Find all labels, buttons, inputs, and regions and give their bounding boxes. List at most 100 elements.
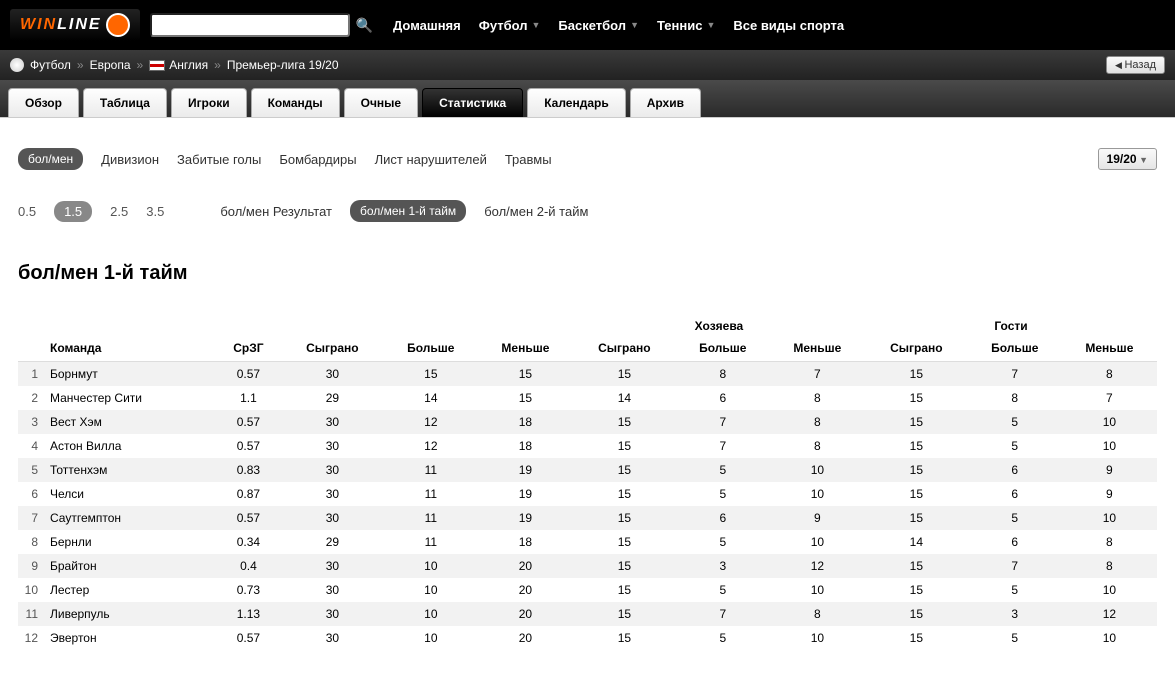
cell: 15	[865, 386, 968, 410]
breadcrumb-item[interactable]: Премьер-лига 19/20	[227, 58, 339, 72]
subnav-active[interactable]: бол/мен	[18, 148, 83, 170]
nav-item[interactable]: Баскетбол▼	[558, 18, 639, 33]
cell: 18	[478, 530, 573, 554]
filter-value[interactable]: 3.5	[146, 204, 164, 219]
filter-value[interactable]: 1.5	[54, 201, 92, 222]
cell: 0.57	[216, 362, 281, 387]
cell: 8	[1062, 530, 1157, 554]
nav-item[interactable]: Домашняя	[393, 18, 461, 33]
cell: 6	[676, 386, 770, 410]
column-header: Больше	[384, 335, 478, 362]
cell: 5	[676, 626, 770, 650]
tabs-bar: ОбзорТаблицаИгрокиКомандыОчныеСтатистика…	[0, 80, 1175, 117]
cell: 10	[770, 578, 865, 602]
cell: 6	[676, 506, 770, 530]
cell: 11	[18, 602, 46, 626]
tab-календарь[interactable]: Календарь	[527, 88, 626, 117]
cell: 7	[676, 602, 770, 626]
cell: 15	[573, 458, 676, 482]
column-header: Больше	[676, 335, 770, 362]
table-row[interactable]: 3Вест Хэм0.57301218157815510	[18, 410, 1157, 434]
nav-item[interactable]: Теннис▼	[657, 18, 715, 33]
filter-mode[interactable]: бол/мен 2-й тайм	[484, 204, 588, 219]
cell: 11	[384, 506, 478, 530]
tab-статистика[interactable]: Статистика	[422, 88, 523, 117]
subnav-link[interactable]: Травмы	[505, 152, 552, 167]
cell: 18	[478, 410, 573, 434]
table-row[interactable]: 12Эвертон0.573010201551015510	[18, 626, 1157, 650]
tab-обзор[interactable]: Обзор	[8, 88, 79, 117]
search-input[interactable]	[150, 13, 350, 37]
cell: Астон Вилла	[46, 434, 216, 458]
subnav-link[interactable]: Забитые голы	[177, 152, 261, 167]
cell: 8	[1062, 362, 1157, 387]
table-row[interactable]: 11Ливерпуль1.13301020157815312	[18, 602, 1157, 626]
tab-архив[interactable]: Архив	[630, 88, 701, 117]
cell: 0.73	[216, 578, 281, 602]
table-row[interactable]: 9Брайтон0.4301020153121578	[18, 554, 1157, 578]
cell: Брайтон	[46, 554, 216, 578]
cell: 11	[384, 530, 478, 554]
table-row[interactable]: 10Лестер0.733010201551015510	[18, 578, 1157, 602]
breadcrumb-item[interactable]: Европа	[90, 58, 131, 72]
cell: 15	[573, 530, 676, 554]
cell: 15	[865, 554, 968, 578]
filter-mode[interactable]: бол/мен 1-й тайм	[350, 200, 466, 222]
tab-таблица[interactable]: Таблица	[83, 88, 167, 117]
football-icon	[10, 58, 24, 72]
cell: 7	[676, 434, 770, 458]
breadcrumb-item[interactable]: Футбол	[30, 58, 71, 72]
subnav-link[interactable]: Лист нарушителей	[375, 152, 487, 167]
tab-игроки[interactable]: Игроки	[171, 88, 247, 117]
cell: 0.83	[216, 458, 281, 482]
cell: 10	[1062, 578, 1157, 602]
table-row[interactable]: 7Саутгемптон0.57301119156915510	[18, 506, 1157, 530]
cell: 5	[968, 434, 1062, 458]
column-header: Меньше	[478, 335, 573, 362]
cell: 1.1	[216, 386, 281, 410]
nav-item[interactable]: Футбол▼	[479, 18, 541, 33]
cell: 12	[18, 626, 46, 650]
cell: 9	[18, 554, 46, 578]
cell: 19	[478, 506, 573, 530]
season-selector[interactable]: 19/20	[1098, 148, 1157, 170]
filter-value[interactable]: 2.5	[110, 204, 128, 219]
cell: 30	[281, 482, 384, 506]
subnav-link[interactable]: Бомбардиры	[279, 152, 356, 167]
cell: 15	[865, 482, 968, 506]
cell: 0.4	[216, 554, 281, 578]
cell: 10	[770, 458, 865, 482]
cell: 10	[384, 578, 478, 602]
cell: 14	[865, 530, 968, 554]
nav-item[interactable]: Все виды спорта	[733, 18, 844, 33]
back-button[interactable]: Назад	[1106, 56, 1165, 74]
page-title: бол/мен 1-й тайм	[18, 262, 1157, 285]
breadcrumb-item[interactable]: Англия	[169, 58, 208, 72]
cell: 9	[1062, 482, 1157, 506]
table-row[interactable]: 2Манчестер Сити1.129141514681587	[18, 386, 1157, 410]
tab-очные[interactable]: Очные	[344, 88, 418, 117]
cell: 19	[478, 458, 573, 482]
subnav-link[interactable]: Дивизион	[101, 152, 159, 167]
cell: 7	[968, 554, 1062, 578]
cell: 15	[865, 410, 968, 434]
breadcrumb-separator-icon: »	[77, 58, 84, 72]
cell: 6	[18, 482, 46, 506]
table-row[interactable]: 4Астон Вилла0.57301218157815510	[18, 434, 1157, 458]
cell: 15	[865, 506, 968, 530]
search-icon[interactable]: 🔍	[356, 17, 373, 34]
cell: 10	[1062, 506, 1157, 530]
cell: 15	[573, 410, 676, 434]
logo[interactable]: WINLINE	[10, 9, 140, 41]
cell: 15	[573, 506, 676, 530]
table-row[interactable]: 6Челси0.87301119155101569	[18, 482, 1157, 506]
cell: 1.13	[216, 602, 281, 626]
tab-команды[interactable]: Команды	[251, 88, 340, 117]
cell: 30	[281, 362, 384, 387]
cell: 5	[676, 578, 770, 602]
table-row[interactable]: 5Тоттенхэм0.83301119155101569	[18, 458, 1157, 482]
filter-value[interactable]: 0.5	[18, 204, 36, 219]
table-row[interactable]: 8Бернли0.34291118155101468	[18, 530, 1157, 554]
table-row[interactable]: 1Борнмут0.5730151515871578	[18, 362, 1157, 387]
filter-mode[interactable]: бол/мен Результат	[220, 204, 332, 219]
